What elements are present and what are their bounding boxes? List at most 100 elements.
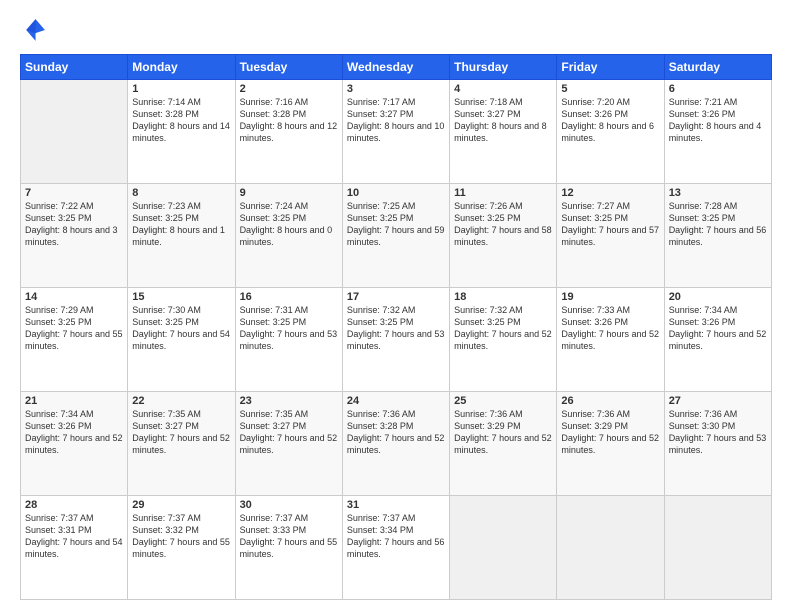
calendar-cell: 5 Sunrise: 7:20 AMSunset: 3:26 PMDayligh… [557, 80, 664, 184]
day-info: Sunrise: 7:37 AMSunset: 3:34 PMDaylight:… [347, 512, 445, 561]
calendar-week-1: 1 Sunrise: 7:14 AMSunset: 3:28 PMDayligh… [21, 80, 772, 184]
calendar-cell: 2 Sunrise: 7:16 AMSunset: 3:28 PMDayligh… [235, 80, 342, 184]
calendar-cell: 29 Sunrise: 7:37 AMSunset: 3:32 PMDaylig… [128, 496, 235, 600]
day-info: Sunrise: 7:23 AMSunset: 3:25 PMDaylight:… [132, 200, 230, 249]
day-info: Sunrise: 7:37 AMSunset: 3:32 PMDaylight:… [132, 512, 230, 561]
day-number: 30 [240, 499, 338, 511]
calendar-table: SundayMondayTuesdayWednesdayThursdayFrid… [20, 54, 772, 600]
calendar-week-2: 7 Sunrise: 7:22 AMSunset: 3:25 PMDayligh… [21, 184, 772, 288]
calendar-cell: 25 Sunrise: 7:36 AMSunset: 3:29 PMDaylig… [450, 392, 557, 496]
day-number: 6 [669, 83, 767, 95]
day-number: 9 [240, 187, 338, 199]
day-info: Sunrise: 7:33 AMSunset: 3:26 PMDaylight:… [561, 304, 659, 353]
day-number: 8 [132, 187, 230, 199]
day-number: 1 [132, 83, 230, 95]
day-info: Sunrise: 7:17 AMSunset: 3:27 PMDaylight:… [347, 96, 445, 145]
day-info: Sunrise: 7:32 AMSunset: 3:25 PMDaylight:… [454, 304, 552, 353]
calendar-cell: 7 Sunrise: 7:22 AMSunset: 3:25 PMDayligh… [21, 184, 128, 288]
calendar-cell: 4 Sunrise: 7:18 AMSunset: 3:27 PMDayligh… [450, 80, 557, 184]
day-number: 17 [347, 291, 445, 303]
day-number: 29 [132, 499, 230, 511]
calendar-cell: 26 Sunrise: 7:36 AMSunset: 3:29 PMDaylig… [557, 392, 664, 496]
calendar-cell: 6 Sunrise: 7:21 AMSunset: 3:26 PMDayligh… [664, 80, 771, 184]
calendar-cell: 8 Sunrise: 7:23 AMSunset: 3:25 PMDayligh… [128, 184, 235, 288]
header [20, 16, 772, 44]
day-number: 7 [25, 187, 123, 199]
day-info: Sunrise: 7:32 AMSunset: 3:25 PMDaylight:… [347, 304, 445, 353]
logo [20, 16, 52, 44]
day-info: Sunrise: 7:29 AMSunset: 3:25 PMDaylight:… [25, 304, 123, 353]
calendar-cell: 3 Sunrise: 7:17 AMSunset: 3:27 PMDayligh… [342, 80, 449, 184]
day-number: 3 [347, 83, 445, 95]
calendar-cell: 1 Sunrise: 7:14 AMSunset: 3:28 PMDayligh… [128, 80, 235, 184]
day-info: Sunrise: 7:34 AMSunset: 3:26 PMDaylight:… [25, 408, 123, 457]
calendar-cell [21, 80, 128, 184]
weekday-header-sunday: Sunday [21, 55, 128, 80]
calendar-cell [557, 496, 664, 600]
day-number: 24 [347, 395, 445, 407]
day-number: 12 [561, 187, 659, 199]
day-info: Sunrise: 7:35 AMSunset: 3:27 PMDaylight:… [132, 408, 230, 457]
page: SundayMondayTuesdayWednesdayThursdayFrid… [0, 0, 792, 612]
calendar-cell: 11 Sunrise: 7:26 AMSunset: 3:25 PMDaylig… [450, 184, 557, 288]
day-number: 4 [454, 83, 552, 95]
day-number: 13 [669, 187, 767, 199]
day-info: Sunrise: 7:24 AMSunset: 3:25 PMDaylight:… [240, 200, 338, 249]
day-info: Sunrise: 7:21 AMSunset: 3:26 PMDaylight:… [669, 96, 767, 145]
day-number: 23 [240, 395, 338, 407]
calendar-cell: 18 Sunrise: 7:32 AMSunset: 3:25 PMDaylig… [450, 288, 557, 392]
weekday-header-thursday: Thursday [450, 55, 557, 80]
weekday-header-monday: Monday [128, 55, 235, 80]
calendar-cell: 9 Sunrise: 7:24 AMSunset: 3:25 PMDayligh… [235, 184, 342, 288]
weekday-header-tuesday: Tuesday [235, 55, 342, 80]
day-number: 11 [454, 187, 552, 199]
day-info: Sunrise: 7:27 AMSunset: 3:25 PMDaylight:… [561, 200, 659, 249]
day-number: 20 [669, 291, 767, 303]
day-number: 25 [454, 395, 552, 407]
calendar-cell: 22 Sunrise: 7:35 AMSunset: 3:27 PMDaylig… [128, 392, 235, 496]
logo-icon [20, 16, 48, 44]
calendar-cell: 24 Sunrise: 7:36 AMSunset: 3:28 PMDaylig… [342, 392, 449, 496]
calendar-cell [450, 496, 557, 600]
calendar-cell: 27 Sunrise: 7:36 AMSunset: 3:30 PMDaylig… [664, 392, 771, 496]
day-number: 5 [561, 83, 659, 95]
day-info: Sunrise: 7:37 AMSunset: 3:33 PMDaylight:… [240, 512, 338, 561]
weekday-header-friday: Friday [557, 55, 664, 80]
calendar-cell [664, 496, 771, 600]
day-number: 22 [132, 395, 230, 407]
calendar-cell: 12 Sunrise: 7:27 AMSunset: 3:25 PMDaylig… [557, 184, 664, 288]
day-info: Sunrise: 7:36 AMSunset: 3:30 PMDaylight:… [669, 408, 767, 457]
calendar-cell: 19 Sunrise: 7:33 AMSunset: 3:26 PMDaylig… [557, 288, 664, 392]
day-info: Sunrise: 7:20 AMSunset: 3:26 PMDaylight:… [561, 96, 659, 145]
calendar-cell: 15 Sunrise: 7:30 AMSunset: 3:25 PMDaylig… [128, 288, 235, 392]
day-number: 27 [669, 395, 767, 407]
calendar-cell: 31 Sunrise: 7:37 AMSunset: 3:34 PMDaylig… [342, 496, 449, 600]
day-number: 26 [561, 395, 659, 407]
calendar-cell: 13 Sunrise: 7:28 AMSunset: 3:25 PMDaylig… [664, 184, 771, 288]
calendar-cell: 21 Sunrise: 7:34 AMSunset: 3:26 PMDaylig… [21, 392, 128, 496]
day-number: 28 [25, 499, 123, 511]
day-info: Sunrise: 7:28 AMSunset: 3:25 PMDaylight:… [669, 200, 767, 249]
calendar-header-row: SundayMondayTuesdayWednesdayThursdayFrid… [21, 55, 772, 80]
day-number: 18 [454, 291, 552, 303]
day-number: 15 [132, 291, 230, 303]
calendar-cell: 10 Sunrise: 7:25 AMSunset: 3:25 PMDaylig… [342, 184, 449, 288]
day-number: 31 [347, 499, 445, 511]
day-info: Sunrise: 7:18 AMSunset: 3:27 PMDaylight:… [454, 96, 552, 145]
day-info: Sunrise: 7:36 AMSunset: 3:29 PMDaylight:… [561, 408, 659, 457]
day-info: Sunrise: 7:26 AMSunset: 3:25 PMDaylight:… [454, 200, 552, 249]
day-number: 14 [25, 291, 123, 303]
day-info: Sunrise: 7:34 AMSunset: 3:26 PMDaylight:… [669, 304, 767, 353]
day-info: Sunrise: 7:31 AMSunset: 3:25 PMDaylight:… [240, 304, 338, 353]
day-number: 2 [240, 83, 338, 95]
day-number: 16 [240, 291, 338, 303]
calendar-cell: 16 Sunrise: 7:31 AMSunset: 3:25 PMDaylig… [235, 288, 342, 392]
day-info: Sunrise: 7:37 AMSunset: 3:31 PMDaylight:… [25, 512, 123, 561]
calendar-cell: 17 Sunrise: 7:32 AMSunset: 3:25 PMDaylig… [342, 288, 449, 392]
calendar-week-5: 28 Sunrise: 7:37 AMSunset: 3:31 PMDaylig… [21, 496, 772, 600]
day-number: 21 [25, 395, 123, 407]
day-info: Sunrise: 7:30 AMSunset: 3:25 PMDaylight:… [132, 304, 230, 353]
day-info: Sunrise: 7:14 AMSunset: 3:28 PMDaylight:… [132, 96, 230, 145]
calendar-week-4: 21 Sunrise: 7:34 AMSunset: 3:26 PMDaylig… [21, 392, 772, 496]
calendar-cell: 30 Sunrise: 7:37 AMSunset: 3:33 PMDaylig… [235, 496, 342, 600]
